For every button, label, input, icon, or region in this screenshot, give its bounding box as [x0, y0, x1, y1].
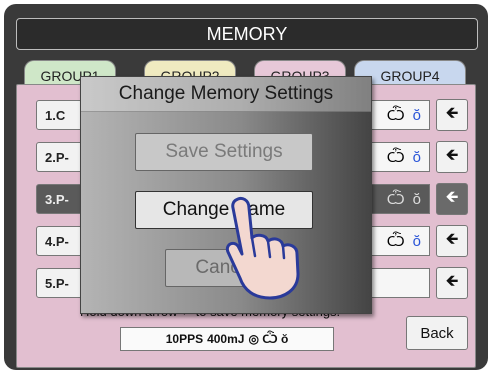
- back-button[interactable]: Back: [406, 316, 468, 350]
- memory-row-5-icons: [364, 268, 430, 298]
- arrow-left-icon: 🡸: [445, 146, 459, 164]
- handpiece-icon: ŏ: [412, 148, 421, 166]
- page-title: MEMORY: [16, 18, 478, 50]
- footswitch-icon: Ѽ: [386, 232, 405, 250]
- footswitch-icon: Ѽ: [386, 190, 405, 208]
- arrow-left-icon: 🡸: [445, 272, 459, 290]
- handpiece-icon: ŏ: [412, 106, 421, 124]
- memory-row-4-icons: Ѽ ŏ: [364, 226, 430, 256]
- screen: MEMORY GROUP1 GROUP2 GROUP3 GROUP4 1.C Ѽ…: [4, 4, 488, 370]
- save-arrow-button-5[interactable]: 🡸: [436, 267, 468, 299]
- arrow-left-icon: 🡸: [445, 230, 459, 248]
- memory-row-2-icons: Ѽ ŏ: [364, 142, 430, 172]
- save-arrow-button-2[interactable]: 🡸: [436, 141, 468, 173]
- pointing-hand-icon: [225, 196, 300, 300]
- dialog-title: Change Memory Settings: [81, 77, 371, 112]
- pps-value: 10PPS: [165, 332, 204, 346]
- handpiece-icon: ŏ: [412, 232, 421, 250]
- save-settings-button[interactable]: Save Settings: [135, 133, 313, 171]
- footswitch-icon: Ѽ: [386, 106, 405, 124]
- memory-row-1-icons: Ѽ ŏ: [364, 100, 430, 130]
- save-arrow-button-3[interactable]: 🡸: [436, 183, 468, 215]
- current-settings-display: 10PPS 400mJ ◎ Ѽ ŏ: [120, 327, 334, 351]
- handpiece-icon: ŏ: [412, 190, 421, 208]
- status-icons: ◎ Ѽ ŏ: [248, 332, 289, 346]
- save-arrow-button-4[interactable]: 🡸: [436, 225, 468, 257]
- footswitch-icon: Ѽ: [386, 148, 405, 166]
- arrow-left-icon: 🡸: [445, 104, 459, 122]
- memory-row-3-icons: Ѽ ŏ: [364, 184, 430, 214]
- energy-value: 400mJ: [207, 332, 245, 346]
- arrow-left-icon: 🡸: [445, 188, 459, 206]
- save-arrow-button-1[interactable]: 🡸: [436, 99, 468, 131]
